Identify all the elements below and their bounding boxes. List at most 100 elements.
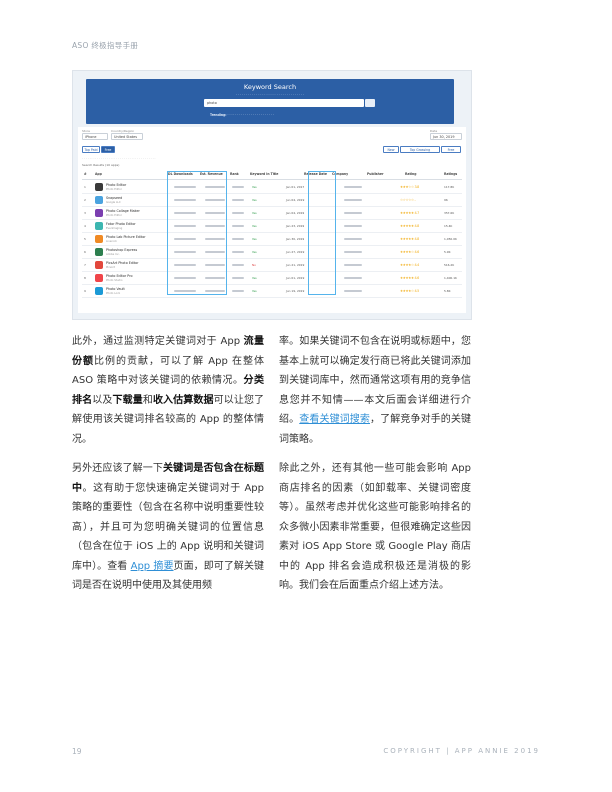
bold-term: 下载量 <box>112 394 143 406</box>
rank-number: 8 <box>84 276 86 280</box>
country-dropdown[interactable]: United States <box>111 133 143 140</box>
tab-top-grossing[interactable]: Top Grossing <box>400 146 440 153</box>
star-rating: ★★★★★ 4.6 <box>400 275 419 280</box>
text-run: 率。如果关键词不包含在说明或标题中，您基本上就可以确定发行商已将此关键词添加到关… <box>279 336 471 425</box>
ratings-count: 15.4K <box>444 224 453 228</box>
tab-top-paid[interactable]: Top Paid <box>82 146 100 153</box>
rank-number: 7 <box>84 263 86 267</box>
star-rating: ★★★★★ 4.8 <box>400 223 419 228</box>
app-publisher: Photo Editor <box>106 187 122 191</box>
tab-new[interactable]: New <box>383 146 399 153</box>
rank-bar <box>232 251 244 253</box>
table-row[interactable]: 9 Photo Vault Photo Lock Yes Jun 19, 2019 ★★★… <box>82 285 462 298</box>
app-name[interactable]: PicsArt Photo Editor <box>106 261 139 265</box>
result-count: Search Results (10 apps) <box>82 163 120 167</box>
right-paragraph-2: 除此之外，还有其他一些可能会影响 App 商店排名的因素（如卸载率、关键词密度等… <box>279 459 471 596</box>
column-header[interactable]: Rating <box>405 172 416 176</box>
company-bar <box>344 186 362 188</box>
app-name[interactable]: Photo Collage Maker <box>106 209 140 213</box>
ratings-count: 1,050.0K <box>444 237 457 241</box>
app-name[interactable]: Photo Editor <box>106 183 126 187</box>
rank-number: 3 <box>84 211 86 215</box>
keyword-in-title: Yes <box>252 237 257 241</box>
star-rating: ★★★☆☆ 3.8 <box>400 184 419 189</box>
date-picker[interactable]: Jun 30, 2019 <box>430 133 462 140</box>
table-row[interactable]: 3 Photo Collage Maker Photo Editor Yes Jan 0… <box>82 207 462 220</box>
inline-link[interactable]: 查看关键词搜索 <box>299 414 370 425</box>
app-icon <box>95 222 103 230</box>
text-run: 此外，通过监测特定关键词对于 App <box>72 336 244 347</box>
release-date: Jan 23, 2019 <box>286 224 305 228</box>
keyword-search-screenshot: Keyword Search · · · · · · · · · · · · ·… <box>72 70 472 320</box>
running-header: ASO 终极指导手册 <box>72 41 139 50</box>
column-header[interactable]: Publisher <box>367 172 383 176</box>
rank-bar <box>232 290 244 292</box>
text-run: 和 <box>142 394 153 406</box>
app-name[interactable]: Fotor Photo Editor <box>106 222 136 226</box>
table-row[interactable]: 6 Photoshop Express Adobe Inc. Yes Jun 27, 2… <box>82 246 462 259</box>
app-publisher: Linerock <box>106 239 117 243</box>
app-icon <box>95 261 103 269</box>
trending-keywords: Trending: · · · · · · · · · · · · · · · … <box>210 113 274 117</box>
rank-bar <box>232 225 244 227</box>
tab-free-right[interactable]: Free <box>441 146 461 153</box>
rank-bar <box>232 238 244 240</box>
ratings-count: 5.9K <box>444 250 451 254</box>
app-publisher: Photo Lock <box>106 291 121 295</box>
release-date: Jun 01, 2019 <box>286 276 305 280</box>
company-bar <box>344 251 362 253</box>
column-header[interactable]: Rank <box>230 172 239 176</box>
app-name[interactable]: Photo Vault <box>106 287 125 291</box>
table-row[interactable]: 1 Photo Editor Photo Editor Yes Jan 01, 2017… <box>82 181 462 194</box>
column-header[interactable]: App <box>95 172 102 176</box>
highlight-company-column <box>308 171 336 295</box>
table-row[interactable]: 7 PicsArt Photo Editor PicsArt No Jun 21, 20… <box>82 259 462 272</box>
app-name[interactable]: Photoshop Express <box>106 248 137 252</box>
app-icon <box>95 183 103 191</box>
company-bar <box>344 264 362 266</box>
store-dropdown[interactable]: iPhone <box>82 133 108 140</box>
star-rating: ★★★★★ 4.8 <box>400 236 419 241</box>
app-icon <box>95 248 103 256</box>
release-date: Jan 01, 2017 <box>286 185 305 189</box>
table-row[interactable]: 8 Photo Editor Pro Photo Studio Yes Jun 01, … <box>82 272 462 285</box>
column-header[interactable]: Keyword in Title <box>250 172 278 176</box>
left-paragraph-2: 另外还应该了解一下关键词是否包含在标题中。这有助于您快速确定关键词对于 App … <box>72 459 264 596</box>
app-publisher: Google LLC <box>106 200 121 204</box>
table-row[interactable]: 2 Snapseed Google LLC Yes Jun 04, 2019 ☆☆☆☆☆ … <box>82 194 462 207</box>
column-header[interactable]: Ratings <box>444 172 457 176</box>
column-header[interactable]: # <box>84 172 87 176</box>
star-rating: ☆☆☆☆☆ - <box>400 197 416 202</box>
keyword-search-input[interactable]: photo <box>204 99 364 107</box>
company-bar <box>344 225 362 227</box>
app-name[interactable]: Snapseed <box>106 196 122 200</box>
table-row[interactable]: 5 Photo Lab Picture Editor Linerock Yes Jan … <box>82 233 462 246</box>
filter-summary: · · · · · · · · · · · · · · · · · · · · … <box>82 156 156 160</box>
keyword-search-banner: Keyword Search · · · · · · · · · · · · ·… <box>86 79 454 124</box>
release-date: Jun 21, 2019 <box>286 263 305 267</box>
ratings-count: 96 <box>444 198 448 202</box>
app-icon <box>95 235 103 243</box>
app-name[interactable]: Photo Editor Pro <box>106 274 133 278</box>
app-icon <box>95 274 103 282</box>
tab-free[interactable]: Free <box>101 146 115 153</box>
bold-term: 收入估算数据 <box>152 394 214 406</box>
right-paragraph-1: 率。如果关键词不包含在说明或标题中，您基本上就可以确定发行商已将此关键词添加到关… <box>279 332 471 449</box>
search-icon[interactable] <box>365 99 375 107</box>
keyword-in-title: Yes <box>252 211 257 215</box>
rank-bar <box>232 199 244 201</box>
rank-number: 2 <box>84 198 86 202</box>
banner-subtitle: · · · · · · · · · · · · · · · · · · · · … <box>236 93 304 97</box>
rank-number: 9 <box>84 289 86 293</box>
keyword-in-title: Yes <box>252 289 257 293</box>
highlight-downloads-revenue <box>167 171 227 295</box>
inline-link[interactable]: App 摘要 <box>131 561 174 572</box>
keyword-in-title: No <box>252 263 256 267</box>
ratings-count: 1,400.1K <box>444 276 457 280</box>
table-row[interactable]: 4 Fotor Photo Editor Everimaging Yes Jan 23,… <box>82 220 462 233</box>
rank-number: 1 <box>84 185 86 189</box>
app-publisher: Photo Studio <box>106 278 123 282</box>
ratings-count: 5.8K <box>444 289 451 293</box>
app-name[interactable]: Photo Lab Picture Editor <box>106 235 146 239</box>
release-date: Jun 27, 2019 <box>286 250 305 254</box>
